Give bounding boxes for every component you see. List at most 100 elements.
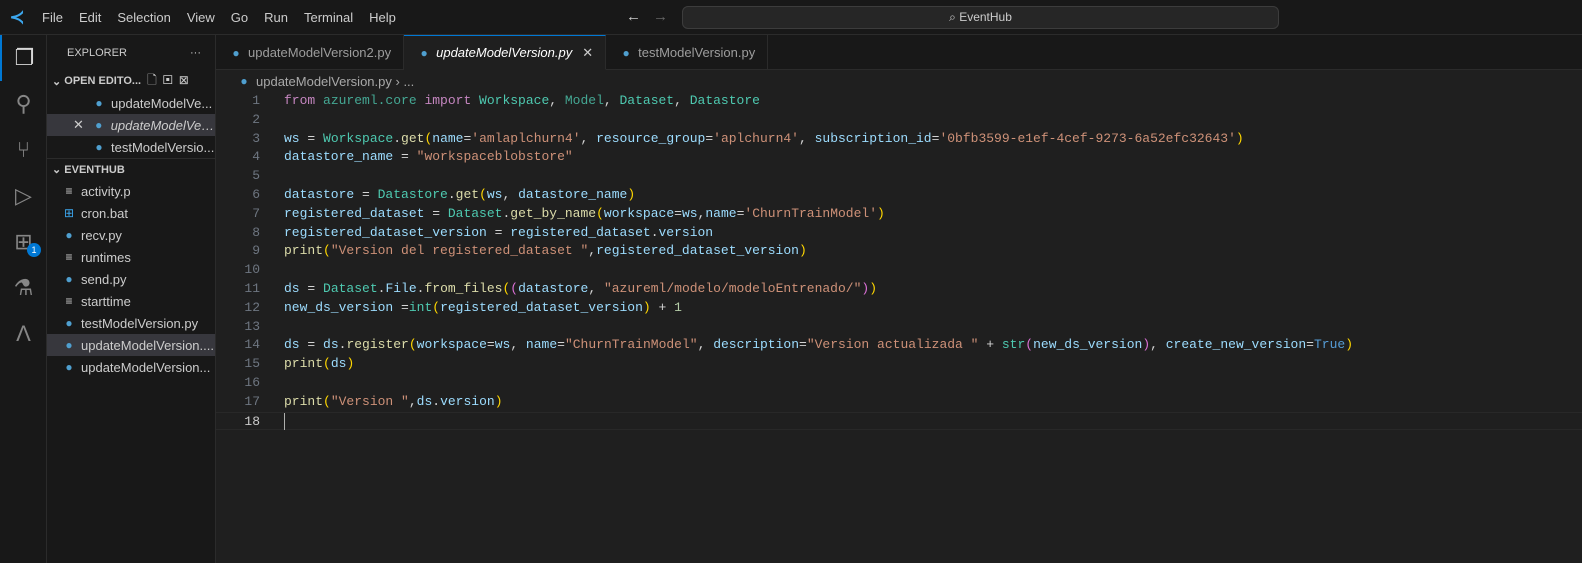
save-all-icon[interactable]: ▣: [163, 73, 179, 87]
open-editors-section[interactable]: ⌄ OPEN EDITO... 🗋▣⊠: [47, 70, 215, 92]
code-token: Dataset: [619, 93, 675, 108]
code-line[interactable]: 10: [216, 261, 1582, 280]
tab-updatemodelversion[interactable]: ● updateModelVersion.py ✕: [404, 35, 607, 70]
code-token: ,: [588, 243, 597, 259]
menu-go[interactable]: Go: [223, 10, 256, 25]
line-number: 18: [244, 413, 260, 429]
code-line[interactable]: 18: [216, 411, 1582, 431]
code-token: int: [408, 299, 433, 315]
code-line[interactable]: 11 ds = Dataset.File.from_files((datastor…: [216, 280, 1582, 299]
file-item[interactable]: ● updateModelVersion....: [47, 334, 215, 356]
code-token: "Version actualizada ": [806, 337, 979, 353]
close-all-icon[interactable]: ⊠: [179, 73, 195, 87]
code-token: version: [658, 224, 714, 240]
code-token: =: [401, 299, 409, 315]
code-line[interactable]: 16: [216, 374, 1582, 393]
code-token: ds: [284, 280, 308, 296]
code-token: =: [307, 130, 324, 146]
file-item[interactable]: ● recv.py: [47, 224, 215, 246]
code-line[interactable]: 12 new_ds_version =int(registered_dataset…: [216, 299, 1582, 318]
breadcrumb-symbol[interactable]: ...: [403, 74, 414, 89]
menu-terminal[interactable]: Terminal: [296, 10, 361, 25]
code-token: ): [1142, 337, 1151, 353]
code-token: ds: [323, 337, 339, 353]
file-item[interactable]: ● send.py: [47, 268, 215, 290]
folder-section[interactable]: ⌄ EVENTHUB: [47, 158, 215, 180]
explorer-icon[interactable]: ❐: [0, 35, 47, 81]
code-token: Datastore: [689, 93, 760, 108]
menu-edit[interactable]: Edit: [71, 10, 109, 25]
code-token: +: [978, 337, 1002, 353]
menu-view[interactable]: View: [179, 10, 223, 25]
line-number: 14: [244, 337, 260, 353]
file-item[interactable]: ≡ activity.p: [47, 180, 215, 202]
menu-run[interactable]: Run: [256, 10, 296, 25]
code-token: workspace: [603, 205, 675, 221]
code-token: get_by_name: [510, 205, 597, 221]
python-icon: ●: [232, 45, 240, 60]
close-icon[interactable]: ✕: [73, 117, 91, 133]
azure-icon[interactable]: Λ: [0, 311, 47, 357]
open-editor-item[interactable]: ● updateModelVe...: [47, 92, 215, 114]
file-item[interactable]: ● updateModelVersion...: [47, 356, 215, 378]
python-icon: ●: [95, 140, 103, 154]
extensions-icon[interactable]: ⊞ 1: [0, 219, 47, 265]
code-token: (: [1025, 337, 1034, 353]
line-number: 3: [252, 130, 260, 146]
code-token: datastore_name: [284, 149, 402, 165]
line-number: 5: [252, 168, 260, 184]
back-arrow-icon[interactable]: ←: [626, 8, 641, 25]
code-token: ,: [674, 93, 690, 108]
open-editor-item[interactable]: ● testModelVersio...: [47, 136, 215, 158]
tab-updatemodelversion2[interactable]: ● updateModelVersion2.py: [216, 35, 405, 70]
new-file-icon[interactable]: 🗋: [147, 73, 163, 87]
code-token: ds: [416, 393, 433, 409]
run-debug-icon[interactable]: ▷: [0, 173, 47, 219]
title-bar: ≺ File Edit Selection View Go Run Termin…: [0, 0, 1582, 35]
search-view-icon[interactable]: ⚲: [0, 81, 47, 127]
source-control-icon[interactable]: ⑂: [0, 127, 47, 173]
open-editor-item-active[interactable]: ✕ ● updateModelVer...: [47, 114, 215, 136]
menu-help[interactable]: Help: [361, 10, 404, 25]
code-token: registered_dataset_version: [284, 224, 495, 240]
python-icon: ●: [420, 45, 428, 60]
code-line[interactable]: 14 ds = ds.register(workspace=ws, name="C…: [216, 336, 1582, 355]
code-line[interactable]: 3 ws = Workspace.get(name='amlaplchurn4',…: [216, 130, 1582, 149]
more-actions-icon[interactable]: ···: [190, 47, 201, 59]
code-line[interactable]: 2: [216, 111, 1582, 130]
code-line[interactable]: 7 registered_dataset = Dataset.get_by_nam…: [216, 205, 1582, 224]
breadcrumb-file[interactable]: updateModelVersion.py: [256, 74, 392, 89]
code-token: Workspace: [479, 93, 550, 108]
code-line[interactable]: 9 print("Version del registered_dataset "…: [216, 242, 1582, 261]
code-line[interactable]: 17 print("Version ",ds.version): [216, 393, 1582, 412]
code-line[interactable]: 5: [216, 167, 1582, 186]
tab-testmodelversion[interactable]: ● testModelVersion.py: [606, 35, 769, 70]
code-token: ,: [549, 93, 565, 108]
code-editor[interactable]: 1 from azureml.core import Workspace, Mod…: [216, 92, 1582, 431]
code-line[interactable]: 1 from azureml.core import Workspace, Mod…: [216, 92, 1582, 111]
close-tab-icon[interactable]: ✕: [582, 45, 593, 61]
code-token: =: [307, 337, 324, 353]
menu-selection[interactable]: Selection: [109, 10, 178, 25]
code-token: datastore_name: [518, 186, 628, 202]
testing-flask-icon[interactable]: ⚗: [0, 265, 47, 311]
forward-arrow-icon[interactable]: →: [653, 8, 668, 25]
code-token: =: [1306, 337, 1314, 353]
line-text: ds = Dataset.File.from_files((datastore,…: [260, 280, 877, 299]
code-line[interactable]: 6 datastore = Datastore.get(ws, datastore…: [216, 186, 1582, 205]
code-line[interactable]: 15 print(ds): [216, 355, 1582, 374]
line-text: ds = ds.register(workspace=ws, name="Chu…: [260, 336, 1353, 355]
file-item[interactable]: ● testModelVersion.py: [47, 312, 215, 334]
code-line[interactable]: 4 datastore_name = "workspaceblobstore": [216, 148, 1582, 167]
code-line[interactable]: 13: [216, 318, 1582, 337]
code-token: .: [393, 130, 402, 146]
file-item[interactable]: ≡ runtimes: [47, 246, 215, 268]
line-text: datastore_name = "workspaceblobstore": [260, 148, 573, 167]
code-token: ,: [580, 130, 597, 146]
code-line[interactable]: 8 registered_dataset_version = registered…: [216, 224, 1582, 243]
menu-file[interactable]: File: [34, 10, 71, 25]
command-center-search[interactable]: ⌕ EventHub: [682, 6, 1279, 29]
file-item[interactable]: ≡ starttime: [47, 290, 215, 312]
file-item[interactable]: ⊞ cron.bat: [47, 202, 215, 224]
code-token: "ChurnTrainModel": [564, 337, 698, 353]
